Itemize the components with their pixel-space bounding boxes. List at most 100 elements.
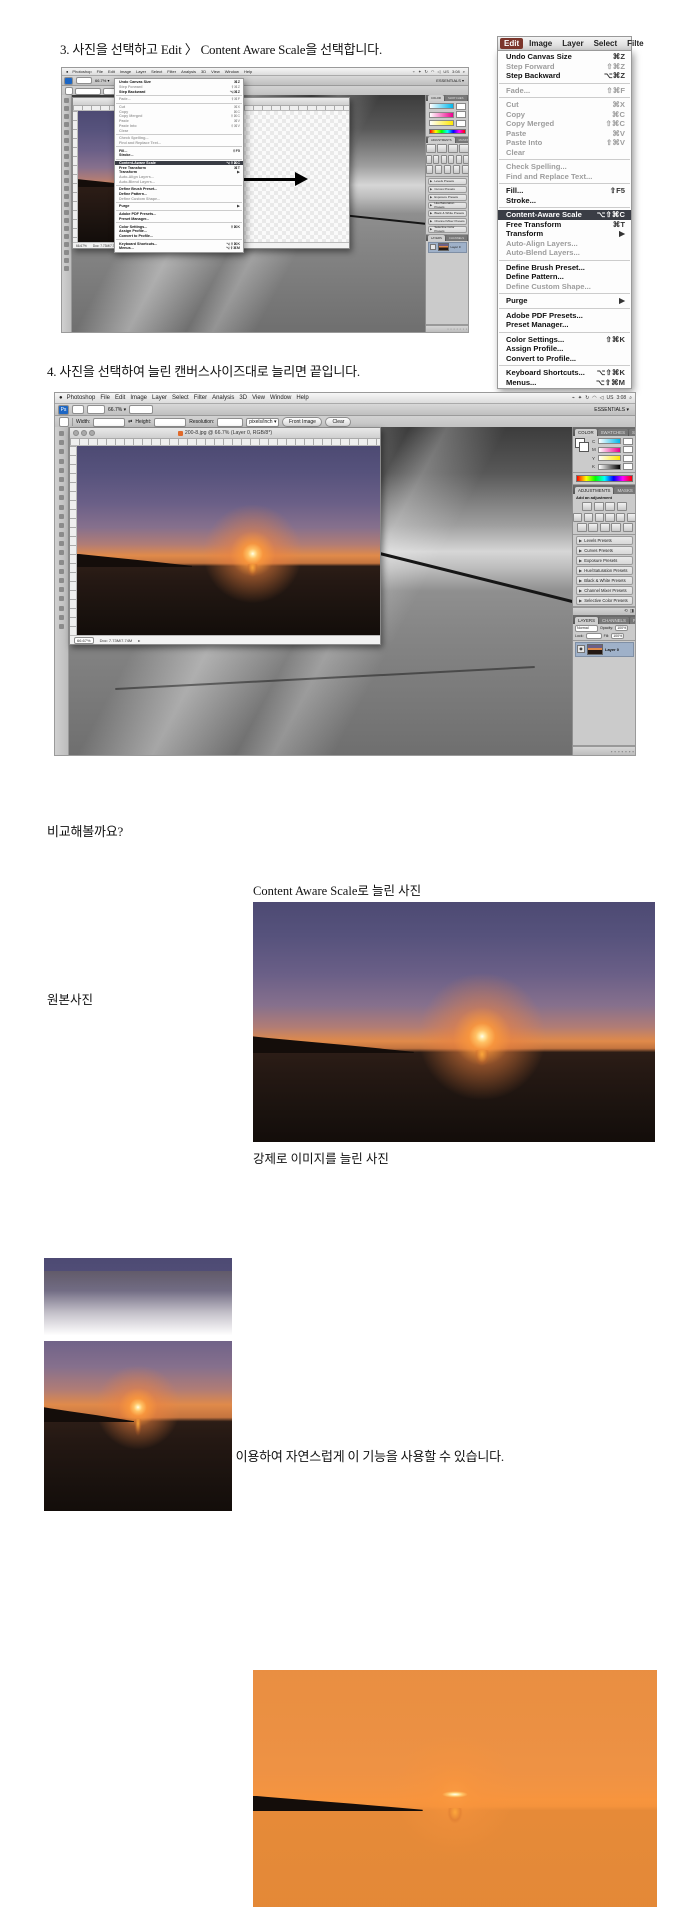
tool-brush[interactable]	[64, 154, 69, 159]
menu-item-fill[interactable]: Fill...⇧F5	[498, 186, 631, 196]
tool-3d-rotate[interactable]	[64, 242, 69, 247]
menu-item-define-pattern[interactable]: Define Pattern...	[498, 272, 631, 282]
preset-curves-presets[interactable]: ▶Curves Presets	[428, 186, 467, 193]
tool-blur[interactable]	[64, 194, 69, 199]
tab-swatches[interactable]: SWATCHES	[598, 429, 628, 436]
resolution-field[interactable]	[217, 418, 243, 427]
status-scrubber[interactable]: ▸	[138, 638, 140, 643]
adjustment-channel-mixer-icon[interactable]	[463, 155, 468, 164]
adjustment-black-white-icon[interactable]	[605, 513, 614, 522]
menubar-item-image[interactable]: Image	[120, 69, 131, 74]
adjustment-invert-icon[interactable]	[577, 523, 587, 532]
menu-item-convert-to-profile[interactable]: Convert to Profile...	[498, 354, 631, 364]
window-controls[interactable]	[73, 430, 95, 436]
adjustment-gradient-map-icon[interactable]	[453, 165, 460, 174]
bluetooth-icon[interactable]: ✦	[418, 69, 421, 74]
menubar-item-photoshop[interactable]: Photoshop	[72, 69, 91, 74]
airport-icon[interactable]: ◠	[431, 69, 435, 74]
tool-hand[interactable]	[64, 258, 69, 263]
layer-thumbnail[interactable]	[438, 243, 449, 251]
tool-3d-rotate[interactable]	[59, 596, 64, 601]
menubar-item-photoshop[interactable]: Photoshop	[67, 395, 96, 401]
menubar-item-layer[interactable]: Layer	[558, 38, 587, 49]
tool-eyedropper[interactable]	[64, 138, 69, 143]
adjustment-selective-color-icon[interactable]	[462, 165, 468, 174]
menu-item-menus[interactable]: Menus...⌥⇧⌘M	[498, 378, 631, 388]
link-icon[interactable]: ▫	[611, 749, 613, 754]
menubar-item-file[interactable]: File	[97, 69, 103, 74]
adjustment-threshold-icon[interactable]	[444, 165, 451, 174]
tool-dodge[interactable]	[64, 202, 69, 207]
delete-icon[interactable]: ▫	[466, 327, 467, 331]
menubar-item-filter[interactable]: Filter	[194, 395, 207, 401]
tool-zoom[interactable]	[59, 624, 64, 629]
menu-item-keyboard-shortcuts[interactable]: Keyboard Shortcuts...⌥⇧⌘K	[498, 368, 631, 378]
tab-styles[interactable]: STYLES	[629, 429, 635, 436]
menubar-item-filte[interactable]: Filte	[623, 38, 647, 49]
menubar-clock[interactable]: 3:08	[452, 69, 460, 74]
menubar-item-analysis[interactable]: Analysis	[212, 395, 234, 401]
status-zoom[interactable]: 66.67%	[74, 637, 94, 644]
tool-move[interactable]	[59, 431, 64, 436]
menubar-item-edit[interactable]: Edit	[500, 38, 523, 49]
screen-mode[interactable]	[129, 405, 153, 414]
magenta-slider[interactable]	[429, 112, 454, 118]
tool-marquee[interactable]	[59, 440, 64, 445]
tab-paths[interactable]: PATHS	[630, 617, 635, 624]
menu-item-adobe-pdf-presets[interactable]: Adobe PDF Presets...	[498, 311, 631, 321]
adjustment-gradient-map-icon[interactable]	[611, 523, 621, 532]
menubar-item-select[interactable]: Select	[590, 38, 622, 49]
height-field[interactable]	[154, 418, 186, 427]
layer-visibility-icon[interactable]	[430, 244, 436, 250]
adjustment-black-white-icon[interactable]	[448, 155, 454, 164]
tool-path-selection[interactable]	[59, 578, 64, 583]
zoom-level[interactable]: 66.7% ▾	[108, 407, 126, 413]
resolution-unit-select[interactable]: pixels/inch ▾	[246, 418, 279, 427]
yellow-slider[interactable]	[598, 455, 621, 461]
tool-clone-stamp[interactable]	[64, 162, 69, 167]
document-canvas[interactable]	[77, 446, 380, 635]
menubar-item-select[interactable]: Select	[151, 69, 162, 74]
adjustment-exposure-icon[interactable]	[617, 502, 627, 511]
adjustment-color-balance-icon[interactable]	[441, 155, 447, 164]
menu-item-free-transform[interactable]: Free Transform⌘T	[498, 220, 631, 230]
adjustment-vibrance-icon[interactable]	[426, 155, 432, 164]
adjustment-posterize-icon[interactable]	[588, 523, 598, 532]
menubar-clock[interactable]: 3:08	[616, 395, 626, 401]
adjustment-levels-icon[interactable]	[594, 502, 604, 511]
tool-spot-healing[interactable]	[64, 146, 69, 151]
fx-icon[interactable]: ▫	[614, 749, 616, 754]
volume-icon[interactable]: ◁	[600, 395, 604, 401]
menubar-item-window[interactable]: Window	[270, 395, 291, 401]
sync-icon[interactable]: ↻	[424, 69, 427, 74]
menu-item-step-backward[interactable]: Step Backward⌥⌘Z	[115, 89, 243, 94]
zoom-level[interactable]: 66.7% ▾	[95, 78, 109, 83]
preset-selective-color-presets[interactable]: ▶Selective Color Presets	[428, 226, 467, 233]
menu-item-undo-canvas-size[interactable]: Undo Canvas Size⌘Z	[498, 52, 631, 62]
adjustment-hue-saturation-icon[interactable]	[433, 155, 439, 164]
workspace-switcher[interactable]: ESSENTIALS ▾	[594, 407, 629, 413]
menubar-item-edit[interactable]: Edit	[108, 69, 115, 74]
adjustment-vibrance-icon[interactable]	[573, 513, 582, 522]
adjustment-selective-color-icon[interactable]	[623, 523, 633, 532]
tool-quick-selection[interactable]	[64, 122, 69, 127]
menubar-item-layer[interactable]: Layer	[136, 69, 146, 74]
status-zoom[interactable]: 66.67%	[76, 244, 87, 248]
tool-hand[interactable]	[59, 615, 64, 620]
color-spectrum-ramp[interactable]	[429, 129, 466, 134]
layer-thumbnail[interactable]	[587, 644, 603, 655]
new-layer-icon[interactable]: ▫	[629, 749, 631, 754]
menu-item-color-settings[interactable]: Color Settings...⇧⌘K	[498, 335, 631, 345]
tool-crop[interactable]	[59, 468, 64, 473]
input-source-flag[interactable]: US	[443, 69, 449, 74]
black-slider[interactable]	[598, 464, 621, 470]
preset-levels-presets[interactable]: ▶Levels Presets	[576, 536, 633, 545]
tool-blur[interactable]	[59, 541, 64, 546]
adjustment-brightness-contrast-icon[interactable]	[582, 502, 592, 511]
layer-name[interactable]: Layer 0	[605, 647, 619, 652]
tool-history-brush[interactable]	[59, 514, 64, 519]
layer-name[interactable]: Layer 0	[451, 245, 461, 249]
menubar-item-image[interactable]: Image	[130, 395, 147, 401]
volume-icon[interactable]: ◁	[437, 69, 440, 74]
width-field[interactable]	[75, 88, 101, 95]
